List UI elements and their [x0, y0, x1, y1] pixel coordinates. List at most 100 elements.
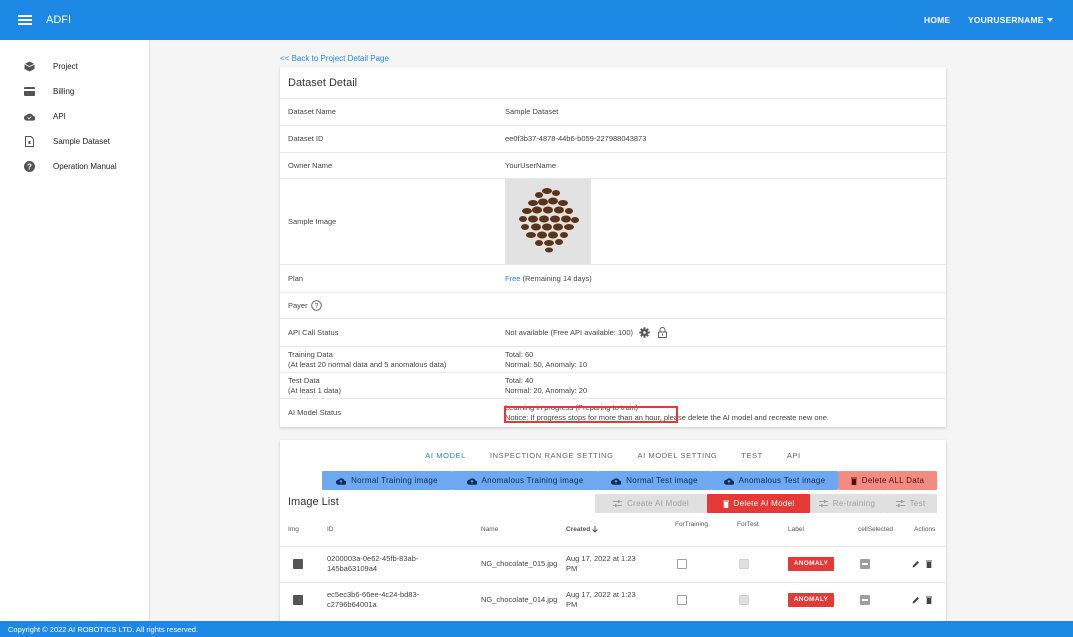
tune-icon: [818, 500, 828, 507]
image-icon[interactable]: [293, 559, 303, 569]
create-ai-model-button[interactable]: Create AI Model: [595, 494, 707, 513]
app-brand[interactable]: ADFI: [46, 14, 71, 26]
user-menu-button[interactable]: YOURUSERNAME: [968, 15, 1053, 25]
button-label: Normal Training image: [351, 476, 438, 485]
row-id-cont: 145ba63109a4: [327, 564, 378, 573]
sidebar-item-label: Project: [53, 62, 78, 71]
sidebar: Project Billing API Sample Dataset ? Ope…: [0, 40, 150, 621]
row-label: API Call Status: [288, 327, 339, 337]
row-label: Sample Image: [288, 216, 337, 226]
sample-image: [505, 179, 591, 264]
table-row: ec5ec3b6-66ee-4c24-bd83- c2796b64001a NG…: [280, 582, 946, 616]
box-icon: [24, 61, 35, 72]
help-circle-icon[interactable]: ?: [310, 300, 322, 311]
delete-ai-model-button[interactable]: Delete AI Model: [707, 494, 810, 513]
sidebar-item-operation-manual[interactable]: ? Operation Manual: [0, 154, 149, 179]
tab-test[interactable]: TEST: [729, 440, 775, 470]
sidebar-item-api[interactable]: API: [0, 104, 149, 129]
sidebar-item-label: API: [53, 112, 66, 121]
header-for-training: ForTraining: [675, 521, 708, 528]
cloud-upload-icon: [336, 477, 347, 485]
svg-text:?: ?: [27, 162, 32, 171]
test-breakdown: Normal: 20, Anomaly: 20: [505, 385, 588, 395]
user-name-label: YOURUSERNAME: [968, 15, 1044, 25]
sidebar-item-project[interactable]: Project: [0, 54, 149, 79]
retraining-button[interactable]: Re-training: [810, 494, 884, 513]
card-title: Dataset Detail: [280, 67, 946, 99]
arrow-down-icon: [592, 526, 599, 533]
delete-icon[interactable]: [926, 560, 932, 568]
tune-icon: [895, 500, 905, 507]
row-payer: Payer ?: [280, 293, 946, 319]
edit-icon[interactable]: [912, 560, 920, 568]
tab-inspection-range-setting[interactable]: INSPECTION RANGE SETTING: [478, 440, 626, 470]
cloud-icon: [24, 111, 35, 122]
training-total: Total: 60: [505, 349, 534, 359]
upload-normal-training-button[interactable]: Normal Training image: [322, 471, 452, 490]
trash-icon: [850, 477, 857, 485]
cell-selected-toggle[interactable]: [860, 595, 870, 605]
cloud-upload-icon: [466, 477, 477, 485]
row-label: Owner Name: [288, 160, 333, 170]
row-label: Training Data: [288, 349, 333, 359]
row-id-cont: c2796b64001a: [327, 600, 377, 609]
svg-text:?: ?: [314, 303, 318, 310]
hamburger-menu-icon[interactable]: [18, 15, 32, 25]
sidebar-item-billing[interactable]: Billing: [0, 79, 149, 104]
row-dataset-id: Dataset ID ee0f3b37-4878-44b6-b059-22798…: [280, 126, 946, 153]
help-icon: ?: [24, 161, 35, 172]
lock-icon[interactable]: [658, 327, 667, 338]
tune-icon: [613, 500, 623, 507]
row-value: Not available (Free API available: 100): [505, 327, 633, 337]
for-test-checkbox[interactable]: [739, 559, 749, 569]
image-icon[interactable]: [293, 595, 303, 605]
tab-ai-model[interactable]: AI MODEL: [413, 440, 478, 470]
row-label: Payer: [288, 300, 308, 310]
cloud-upload-icon: [723, 477, 734, 485]
status-highlight-box: [504, 406, 678, 423]
for-training-checkbox[interactable]: [677, 595, 687, 605]
button-label: Test: [909, 499, 926, 508]
app-bar: ADFI HOME YOURUSERNAME: [0, 0, 1073, 40]
upload-anomalous-test-button[interactable]: Anomalous Test image: [711, 471, 838, 490]
back-to-project-link[interactable]: << Back to Project Detail Page: [280, 54, 389, 63]
upload-anomalous-training-button[interactable]: Anomalous Training image: [452, 471, 598, 490]
sidebar-item-sample-dataset[interactable]: Sample Dataset: [0, 129, 149, 154]
upload-normal-test-button[interactable]: Normal Test image: [598, 471, 711, 490]
cell-selected-toggle[interactable]: [860, 559, 870, 569]
gear-icon[interactable]: [639, 327, 650, 338]
footer-copyright: Copyright © 2022 AI ROBOTICS LTD. All ri…: [0, 621, 1073, 637]
row-id: 0200003a-0e62-45fb-83ab-: [327, 554, 419, 563]
sidebar-item-label: Sample Dataset: [53, 137, 110, 146]
row-label: Dataset ID: [288, 134, 324, 143]
edit-icon[interactable]: [912, 596, 920, 604]
row-sample-image: Sample Image: [280, 179, 946, 265]
image-list-title: Image List: [288, 496, 339, 508]
row-created: Aug 17, 2022 at 1:23: [566, 590, 636, 599]
tab-api[interactable]: API: [775, 440, 813, 470]
plan-free-link[interactable]: Free: [505, 274, 520, 284]
row-owner-name: Owner Name YourUserName: [280, 153, 946, 179]
delete-all-data-button[interactable]: Delete ALL Data: [838, 471, 937, 490]
tab-bar: AI MODEL INSPECTION RANGE SETTING AI MOD…: [280, 440, 946, 470]
file-icon: [24, 136, 35, 147]
header-created[interactable]: Created: [566, 526, 599, 533]
button-label: Delete AI Model: [733, 499, 795, 508]
button-label: Create AI Model: [627, 499, 689, 508]
button-label: Delete ALL Data: [861, 476, 925, 485]
for-training-checkbox[interactable]: [677, 559, 687, 569]
row-created-cont: PM: [566, 564, 578, 573]
tab-ai-model-setting[interactable]: AI MODEL SETTING: [626, 440, 730, 470]
test-model-button[interactable]: Test: [884, 494, 937, 513]
button-label: Normal Test image: [626, 476, 698, 485]
button-label: Re-training: [832, 499, 876, 508]
header-id: ID: [327, 526, 334, 533]
for-test-checkbox[interactable]: [739, 595, 749, 605]
row-label: Plan: [288, 273, 304, 283]
credit-card-icon: [24, 86, 35, 97]
row-sublabel: (At least 20 normal data and 5 anomalous…: [288, 359, 447, 369]
table-row: 0200003a-0e62-45fb-83ab- 145ba63109a4 NG…: [280, 546, 946, 580]
delete-icon[interactable]: [926, 596, 932, 604]
nav-home-link[interactable]: HOME: [924, 15, 950, 25]
training-breakdown: Normal: 50, Anomaly: 10: [505, 359, 588, 369]
